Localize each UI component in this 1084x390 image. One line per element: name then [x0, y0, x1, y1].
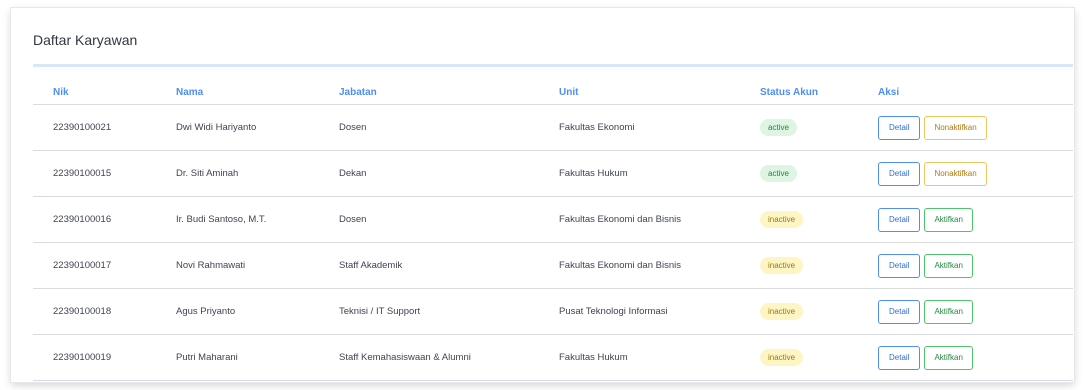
- cell-nik: 22390100017: [33, 242, 156, 289]
- table-row: 22390100017 Novi Rahmawati Staff Akademik F…: [33, 242, 1073, 289]
- column-header-nama[interactable]: Nama: [156, 80, 319, 105]
- cell-nama: Putri Maharani: [156, 334, 319, 381]
- cell-nama: Agus Priyanto: [156, 288, 319, 335]
- cell-nama: Dwi Widi Hariyanto: [156, 104, 319, 151]
- activate-button[interactable]: Aktifkan: [924, 207, 973, 232]
- cell-unit: Fakultas Hukum: [539, 150, 740, 197]
- cell-nama: Novi Rahmawati: [156, 242, 319, 289]
- status-badge: inactive: [760, 257, 804, 274]
- cell-nama: Ir. Budi Santoso, M.T.: [156, 196, 319, 243]
- status-badge: active: [760, 119, 797, 136]
- cell-nik: 22390100018: [33, 288, 156, 335]
- cell-status: inactive: [740, 196, 858, 243]
- cell-unit: Fakultas Hukum: [539, 334, 740, 381]
- cell-jabatan: Staff Kemahasiswaan & Alumni: [319, 334, 539, 381]
- table-header-row: Nik Nama Jabatan Unit Status Akun Aksi: [33, 80, 1073, 105]
- detail-button[interactable]: Detail: [878, 207, 921, 232]
- cell-status: active: [740, 104, 858, 151]
- cell-nik: 22390100019: [33, 334, 156, 381]
- status-badge: active: [760, 165, 797, 182]
- detail-button[interactable]: Detail: [878, 299, 921, 324]
- cell-actions: Detail Aktifkan: [858, 334, 1073, 381]
- detail-button[interactable]: Detail: [878, 161, 921, 186]
- cell-status: inactive: [740, 334, 858, 381]
- employee-card: Daftar Karyawan Nik Nama Jabatan Unit St…: [11, 8, 1074, 382]
- cell-actions: Detail Nonaktifkan: [858, 150, 1073, 197]
- title-divider: [33, 64, 1073, 67]
- cell-jabatan: Dosen: [319, 104, 539, 151]
- cell-jabatan: Dekan: [319, 150, 539, 197]
- table-row: 22390100021 Dwi Widi Hariyanto Dosen Fakult…: [33, 104, 1073, 151]
- detail-button[interactable]: Detail: [878, 115, 921, 140]
- detail-button[interactable]: Detail: [878, 345, 921, 370]
- cell-nama: Dr. Siti Aminah: [156, 150, 319, 197]
- cell-nik: 22390100016: [33, 196, 156, 243]
- cell-status: active: [740, 150, 858, 197]
- column-header-aksi: Aksi: [858, 80, 1073, 105]
- cell-unit: Pusat Teknologi Informasi: [539, 288, 740, 335]
- status-badge: inactive: [760, 349, 804, 366]
- column-header-jabatan[interactable]: Jabatan: [319, 80, 539, 105]
- table-row: 22390100015 Dr. Siti Aminah Dekan Fakultas …: [33, 150, 1073, 197]
- column-header-unit[interactable]: Unit: [539, 80, 740, 105]
- cell-actions: Detail Nonaktifkan: [858, 104, 1073, 151]
- cell-nik: 22390100015: [33, 150, 156, 197]
- column-header-status[interactable]: Status Akun: [740, 80, 858, 105]
- deactivate-button[interactable]: Nonaktifkan: [924, 161, 987, 186]
- cell-actions: Detail Aktifkan: [858, 196, 1073, 243]
- cell-actions: Detail Aktifkan: [858, 242, 1073, 289]
- cell-unit: Fakultas Ekonomi dan Bisnis: [539, 242, 740, 289]
- cell-jabatan: Teknisi / IT Support: [319, 288, 539, 335]
- detail-button[interactable]: Detail: [878, 253, 921, 278]
- cell-status: inactive: [740, 288, 858, 335]
- status-badge: inactive: [760, 211, 804, 228]
- activate-button[interactable]: Aktifkan: [924, 253, 973, 278]
- cell-unit: Fakultas Ekonomi dan Bisnis: [539, 196, 740, 243]
- cell-unit: Fakultas Ekonomi: [539, 104, 740, 151]
- page-title: Daftar Karyawan: [33, 32, 138, 48]
- table-row: 22390100018 Agus Priyanto Teknisi / IT Sup…: [33, 288, 1073, 335]
- table-row: 22390100016 Ir. Budi Santoso, M.T. Dosen Fa…: [33, 196, 1073, 243]
- cell-jabatan: Staff Akademik: [319, 242, 539, 289]
- employee-table: Nik Nama Jabatan Unit Status Akun Aksi 2…: [33, 80, 1073, 381]
- deactivate-button[interactable]: Nonaktifkan: [924, 115, 987, 140]
- cell-actions: Detail Aktifkan: [858, 288, 1073, 335]
- activate-button[interactable]: Aktifkan: [924, 299, 973, 324]
- activate-button[interactable]: Aktifkan: [924, 345, 973, 370]
- cell-nik: 22390100021: [33, 104, 156, 151]
- table-row: 22390100019 Putri Maharani Staff Kemahasis…: [33, 334, 1073, 381]
- cell-jabatan: Dosen: [319, 196, 539, 243]
- column-header-nik[interactable]: Nik: [33, 80, 156, 105]
- status-badge: inactive: [760, 303, 804, 320]
- cell-status: inactive: [740, 242, 858, 289]
